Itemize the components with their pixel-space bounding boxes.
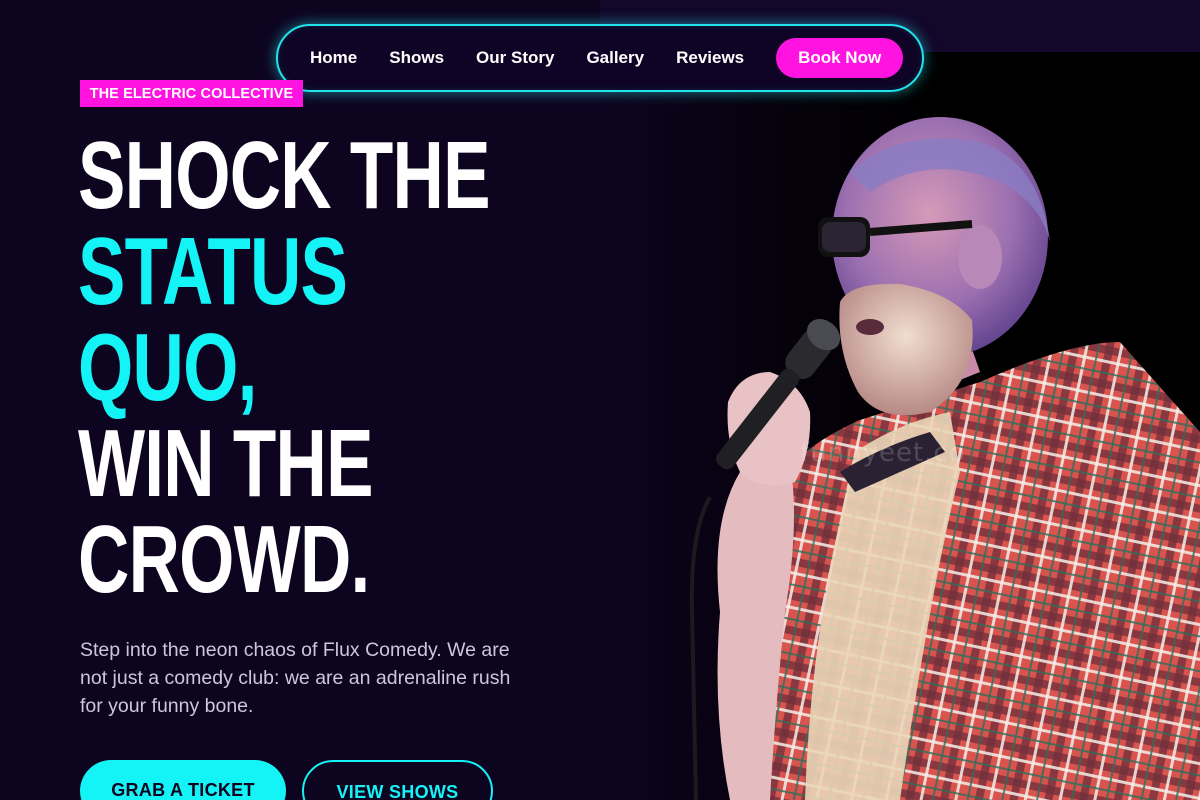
view-shows-button[interactable]: VIEW SHOWS	[302, 760, 493, 800]
nav-link-home[interactable]: Home	[310, 48, 357, 68]
nav-link-gallery[interactable]: Gallery	[586, 48, 644, 68]
nav-link-our-story[interactable]: Our Story	[476, 48, 554, 68]
comedian-photo	[689, 117, 1200, 800]
hero-intro: Step into the neon chaos of Flux Comedy.…	[80, 639, 511, 717]
nav-link-reviews[interactable]: Reviews	[676, 48, 744, 68]
book-now-button[interactable]: Book Now	[776, 38, 904, 78]
main-nav: Home Shows Our Story Gallery Reviews Boo…	[276, 24, 924, 92]
headline-line-3-text: QUO,	[78, 314, 257, 421]
hero-headline: SHOCK THE STATUS QUO, WIN THE CROWD.	[78, 128, 490, 608]
hero-photo: funnyeet.co	[600, 52, 1200, 800]
headline-line-1: SHOCK THE	[78, 122, 490, 229]
grab-ticket-button[interactable]: GRAB A TICKET	[80, 760, 286, 800]
photo-watermark: funnyeet.co	[800, 438, 966, 468]
hero-badge: THE ELECTRIC COLLECTIVE	[80, 80, 303, 107]
page: funnyeet.co Home Shows Our Story Gallery…	[0, 0, 1200, 800]
headline-line-3: QUO,	[78, 320, 490, 416]
headline-line-2: STATUS	[78, 218, 348, 325]
headline-line-4: WIN THE	[78, 410, 373, 517]
nav-link-shows[interactable]: Shows	[389, 48, 444, 68]
headline-line-5: CROWD.	[78, 506, 370, 613]
